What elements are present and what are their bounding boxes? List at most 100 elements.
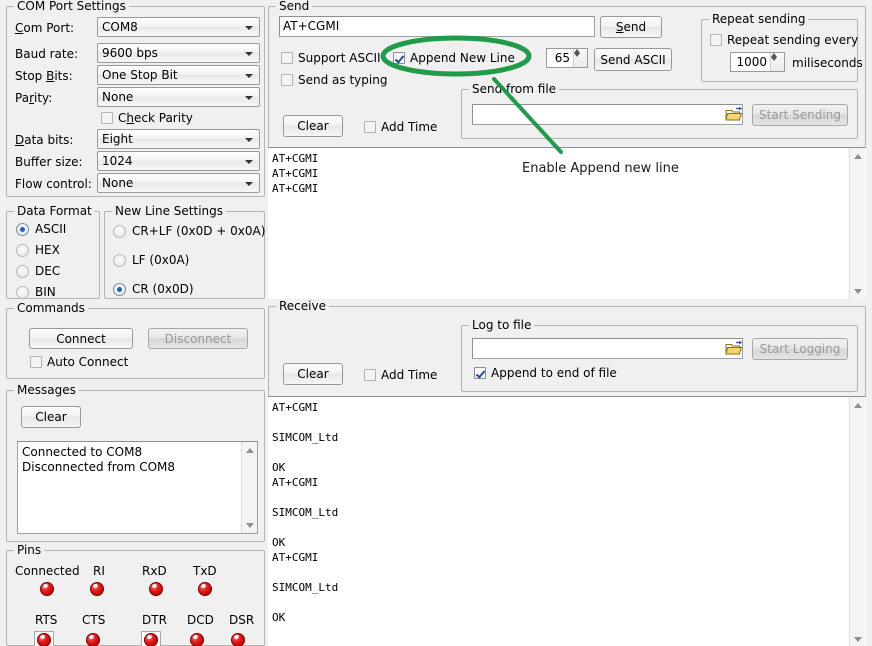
flow-control-select[interactable]: None [97, 173, 260, 193]
baud-rate-select[interactable]: 9600 bps [97, 43, 260, 63]
receive-add-time-checkbox[interactable]: Add Time [364, 368, 437, 382]
log-file-path-input[interactable] [472, 338, 743, 359]
radio-newline-lf[interactable]: LF (0x0A) [113, 253, 189, 267]
ascii-code-spinner[interactable]: 65 [546, 48, 588, 68]
radio-data-format-dec[interactable]: DEC [16, 264, 60, 278]
send-add-time-checkbox[interactable]: Add Time [364, 120, 437, 134]
new-line-settings-legend: New Line Settings [112, 204, 226, 218]
auto-connect-checkbox[interactable]: Auto Connect [30, 355, 128, 369]
stop-bits-label: Stop Bits: [15, 69, 73, 83]
disconnect-button[interactable]: Disconnect [148, 328, 248, 349]
connect-button[interactable]: Connect [29, 328, 133, 349]
pin-led-rxd [149, 582, 163, 596]
send-input[interactable]: AT+CGMI [279, 16, 595, 37]
radio-label: DEC [35, 264, 60, 278]
radio-data-format-ascii[interactable]: ASCII [16, 222, 66, 236]
buffer-size-select[interactable]: 1024 [97, 151, 260, 171]
folder-open-icon[interactable] [724, 340, 744, 358]
receive-log[interactable]: AT+CGMI SIMCOM_Ltd OK AT+CGMI SIMCOM_Ltd… [268, 396, 866, 646]
stop-bits-select[interactable]: One Stop Bit [97, 65, 260, 85]
commands-group: Commands Connect Disconnect Auto Connect [6, 308, 265, 379]
radio-label: CR+LF (0x0D + 0x0A) [132, 224, 265, 238]
send-from-file-group: Send from file Start Sending [461, 89, 858, 139]
receive-clear-button[interactable]: Clear [283, 363, 343, 385]
repeat-interval-value: 1000 [731, 53, 770, 71]
messages-scrollbar[interactable] [241, 442, 257, 533]
baud-rate-label: Baud rate: [15, 47, 78, 61]
pin-led-dsr [231, 633, 245, 646]
folder-open-icon[interactable] [724, 106, 744, 124]
chevron-down-icon [245, 26, 253, 30]
repeat-sending-checkbox[interactable]: Repeat sending every [710, 33, 858, 47]
send-ascii-button[interactable]: Send ASCII [594, 48, 672, 71]
scroll-up-icon[interactable] [242, 442, 258, 458]
spinner-down-icon[interactable] [771, 57, 784, 61]
data-bits-value: Eight [102, 132, 133, 146]
scroll-up-icon[interactable] [850, 397, 866, 413]
send-log-scrollbar[interactable] [849, 148, 865, 299]
data-format-legend: Data Format [14, 204, 95, 218]
parity-select[interactable]: None [97, 87, 260, 107]
spinner-buttons[interactable] [573, 49, 587, 67]
pin-led-ri [90, 582, 104, 596]
append-new-line-checkbox[interactable]: Append New Line [393, 51, 515, 65]
log-to-file-legend: Log to file [469, 318, 534, 332]
pin-label-cts: CTS [82, 613, 105, 627]
check-parity-label: Check Parity [118, 111, 193, 125]
data-bits-label: Data bits: [15, 133, 73, 147]
start-sending-button[interactable]: Start Sending [752, 104, 848, 126]
scroll-down-icon[interactable] [850, 283, 866, 299]
send-clear-button[interactable]: Clear [283, 115, 343, 137]
checkbox-box [364, 369, 376, 381]
radio-dot [16, 265, 29, 278]
messages-log-text: Connected to COM8 Disconnected from COM8 [18, 442, 241, 533]
pin-led-rts [37, 633, 51, 646]
messages-log[interactable]: Connected to COM8 Disconnected from COM8 [17, 441, 258, 534]
support-ascii-checkbox[interactable]: Support ASCII [281, 51, 381, 65]
scroll-down-icon[interactable] [850, 631, 866, 646]
com-port-settings-group: COM Port Settings Com Port: COM8 Baud ra… [6, 6, 265, 197]
append-to-end-checkbox[interactable]: Append to end of file [474, 366, 617, 380]
data-bits-select[interactable]: Eight [97, 129, 260, 149]
repeat-sending-legend: Repeat sending [709, 12, 808, 26]
radio-data-format-hex[interactable]: HEX [16, 243, 60, 257]
send-add-time-label: Add Time [381, 120, 437, 134]
pins-group: Pins Connected RI RxD TxD RTS CTS DTR DC… [6, 550, 265, 646]
pin-label-rxd: RxD [142, 564, 167, 578]
radio-newline-cr[interactable]: CR (0x0D) [113, 282, 194, 296]
spinner-buttons[interactable] [770, 53, 784, 71]
repeat-interval-spinner[interactable]: 1000 [730, 52, 785, 72]
spinner-down-icon[interactable] [574, 53, 587, 57]
scroll-up-icon[interactable] [850, 148, 866, 164]
send-as-typing-checkbox[interactable]: Send as typing [281, 73, 387, 87]
com-port-label: Com Port: [15, 21, 74, 35]
radio-dot [16, 223, 29, 236]
send-legend: Send [276, 0, 312, 13]
send-file-path-input[interactable] [472, 104, 743, 125]
com-port-select[interactable]: COM8 [97, 17, 260, 37]
pin-led-txd [198, 582, 212, 596]
chevron-down-icon [245, 74, 253, 78]
messages-group: Messages Clear Connected to COM8 Disconn… [6, 390, 265, 542]
start-logging-button[interactable]: Start Logging [752, 338, 848, 360]
receive-legend: Receive [276, 299, 329, 313]
baud-rate-value: 9600 bps [102, 46, 158, 60]
pins-legend: Pins [14, 543, 44, 557]
messages-clear-button[interactable]: Clear [21, 406, 81, 428]
messages-legend: Messages [14, 383, 79, 397]
append-to-end-label: Append to end of file [491, 366, 617, 380]
radio-data-format-bin[interactable]: BIN [16, 285, 56, 299]
buffer-size-value: 1024 [102, 154, 133, 168]
pin-label-rts: RTS [35, 613, 57, 627]
check-parity-checkbox[interactable]: Check Parity [101, 111, 193, 125]
scroll-down-icon[interactable] [242, 517, 258, 533]
send-button[interactable]: Send [600, 16, 662, 38]
append-new-line-label: Append New Line [410, 51, 515, 65]
auto-connect-label: Auto Connect [47, 355, 128, 369]
receive-log-scrollbar[interactable] [849, 397, 865, 646]
receive-add-time-label: Add Time [381, 368, 437, 382]
checkbox-box [281, 52, 293, 64]
chevron-down-icon [245, 52, 253, 56]
radio-newline-crlf[interactable]: CR+LF (0x0D + 0x0A) [113, 224, 265, 238]
stop-bits-value: One Stop Bit [102, 68, 178, 82]
